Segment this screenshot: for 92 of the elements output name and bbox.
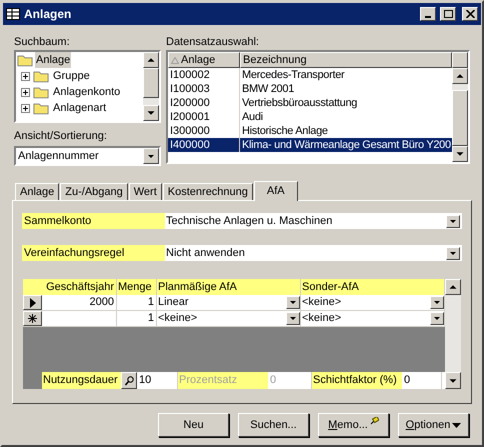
dropdown-icon[interactable] xyxy=(446,214,460,228)
record-row[interactable]: I200000 Vertriebsbüroausstattung xyxy=(168,96,452,110)
tree-item[interactable]: Anlagenkonto xyxy=(52,84,122,100)
scroll-thumb[interactable] xyxy=(452,90,468,146)
table-cell: I100002 xyxy=(168,68,240,82)
close-button[interactable] xyxy=(462,7,478,21)
table-cell-text: Mercedes-Transporter xyxy=(241,68,346,82)
tab[interactable]: Wert xyxy=(128,183,162,200)
maximize-icon xyxy=(444,10,452,18)
table-cell-text: BMW 2001 xyxy=(241,82,296,96)
row-selector[interactable] xyxy=(23,311,42,326)
input-field[interactable]: 10 xyxy=(137,372,178,389)
scroll-up-icon[interactable] xyxy=(143,52,159,68)
dropdown-icon[interactable] xyxy=(430,312,444,325)
field-label: Schichtfaktor (%) xyxy=(312,372,402,389)
record-row[interactable]: I100003 BMW 2001 xyxy=(168,82,452,96)
scrollbar[interactable] xyxy=(143,52,159,121)
action-button[interactable]: Neu xyxy=(158,413,229,437)
tree-item[interactable]: Gruppe xyxy=(52,68,91,84)
current-row-icon xyxy=(30,298,36,308)
combo-field[interactable]: Technische Anlagen u. Maschinen xyxy=(165,213,462,229)
table-cell-text: 2000 xyxy=(88,295,114,310)
table-cell-text: 1 xyxy=(146,311,154,326)
table-cell-text: Klima- und Wärmeanlage Gesamt Büro Y200 xyxy=(241,138,452,152)
field-label: Sammelkonto xyxy=(22,213,165,229)
menu-arrow-icon xyxy=(452,422,462,428)
folder-icon xyxy=(17,54,33,66)
minimize-button[interactable] xyxy=(420,7,436,21)
expand-icon[interactable] xyxy=(21,88,30,96)
table-cell-text: <keine> xyxy=(158,311,198,326)
table-cell-text: <keine> xyxy=(302,311,342,326)
tab[interactable]: Anlage xyxy=(15,183,60,200)
table-cell: I100003 xyxy=(168,82,240,96)
table-cell-text: 1 xyxy=(146,295,154,310)
field-label: Nutzungsdauer xyxy=(42,372,121,389)
row-selector[interactable] xyxy=(23,295,42,310)
combo-field[interactable]: Nicht anwenden xyxy=(165,245,462,261)
table-cell: I400000 xyxy=(168,138,240,152)
window-title: Anlagen xyxy=(24,6,72,23)
scroll-up-icon[interactable] xyxy=(452,68,468,84)
tree-item[interactable]: Anlage xyxy=(35,52,72,68)
expand-icon[interactable] xyxy=(21,72,30,80)
scrollbar[interactable] xyxy=(452,68,468,162)
scroll-thumb[interactable] xyxy=(143,68,159,98)
lookup-button[interactable] xyxy=(121,372,137,389)
new-row-icon xyxy=(28,314,37,323)
table-cell-text: Audi xyxy=(241,110,264,124)
scroll-down-icon[interactable] xyxy=(143,105,159,121)
action-button[interactable]: Optionen xyxy=(398,413,469,437)
column-header[interactable]: Bezeichnung xyxy=(240,52,452,68)
table-cell-text: Historische Anlage xyxy=(241,124,329,138)
record-row[interactable]: I400000 Klima- und Wärmeanlage Gesamt Büro Y200 xyxy=(168,138,452,152)
expand-icon[interactable] xyxy=(21,104,30,112)
tab[interactable]: Kostenrechnung xyxy=(162,183,253,200)
sort-dropdown[interactable]: Anlagennummer xyxy=(14,146,161,166)
record-row[interactable]: I200001 Audi xyxy=(168,110,452,124)
table-cell: I200000 xyxy=(168,96,240,110)
field-label: Vereinfachungsregel xyxy=(22,245,165,261)
folder-icon xyxy=(33,86,49,98)
column-header[interactable]: Anlage xyxy=(168,52,240,68)
scroll-down-icon[interactable] xyxy=(452,146,468,162)
table-cell: I200001 xyxy=(168,110,240,124)
maximize-button[interactable] xyxy=(440,7,456,21)
folder-icon xyxy=(33,102,49,114)
tab[interactable]: Zu-/Abgang xyxy=(60,183,128,200)
table-cell-text: Linear xyxy=(158,295,190,310)
action-button[interactable]: Suchen... xyxy=(238,413,309,437)
dropdown-icon[interactable] xyxy=(430,296,444,309)
search-icon xyxy=(124,376,134,386)
table-cell-text: <keine> xyxy=(302,295,342,310)
scroll-down-icon[interactable] xyxy=(445,372,461,389)
tree-label: Suchbaum: xyxy=(14,35,71,49)
dropdown-icon[interactable] xyxy=(286,312,300,325)
dropdown-icon[interactable] xyxy=(446,246,460,260)
view-label: Ansicht/Sortierung: xyxy=(14,129,108,143)
pin-icon xyxy=(370,417,379,425)
dropdown-icon[interactable] xyxy=(286,296,300,309)
tab[interactable]: AfA xyxy=(254,181,298,201)
sort-icon xyxy=(171,56,179,64)
field-label: Prozentsatz xyxy=(178,372,268,389)
minimize-icon xyxy=(425,16,431,18)
close-icon xyxy=(466,10,474,18)
table-cell-text: Vertriebsbüroausstattung xyxy=(241,96,358,110)
form-icon xyxy=(6,8,20,20)
scroll-up-icon[interactable] xyxy=(445,279,461,295)
tree-item[interactable]: Anlagenart xyxy=(52,100,108,116)
input-field[interactable]: 0 xyxy=(402,372,442,389)
action-button[interactable]: Memo... xyxy=(318,413,389,437)
dropdown-icon[interactable] xyxy=(143,148,159,164)
record-row[interactable]: I100002 Mercedes-Transporter xyxy=(168,68,452,82)
scrollbar[interactable] xyxy=(445,279,461,389)
records-label: Datensatzauswahl: xyxy=(166,35,260,49)
